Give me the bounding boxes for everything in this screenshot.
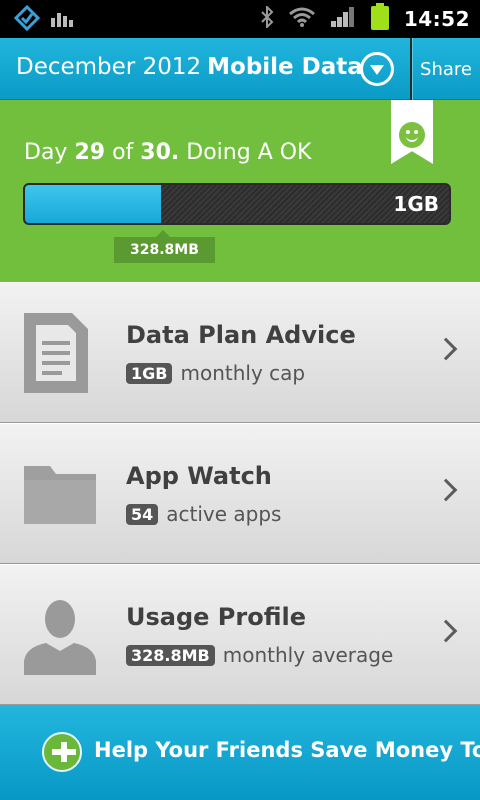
chevron-right-icon [434,478,458,502]
person-icon [22,595,98,675]
battery-icon [370,3,390,35]
list-item-usage-profile[interactable]: Usage Profile 328.8MB monthly average [0,564,480,705]
status-text: Doing A OK [186,140,312,165]
list-item-caption: monthly cap [180,361,306,385]
list-item-data-plan-advice[interactable]: Data Plan Advice 1GB monthly cap [0,282,480,423]
list-item-subtitle: 328.8MB monthly average [126,643,393,667]
list-item-subtitle: 54 active apps [126,502,281,526]
invite-friends-label: Help Your Friends Save Money Too [94,738,480,762]
count-badge: 328.8MB [126,644,215,666]
list-item-subtitle: 1GB monthly cap [126,361,305,385]
day-of: of [112,140,134,165]
clock: 14:52 [403,7,470,31]
folder-icon [22,454,98,534]
signal-bars-notification-icon [50,8,74,32]
ribbon-string [410,38,412,100]
action-bar: December 2012 Mobile Data Share [0,38,480,100]
day-prefix: Day [24,140,68,165]
status-bar: 14:52 [0,0,480,38]
used-amount-tag: 328.8MB [114,230,215,263]
chevron-down-icon[interactable] [360,52,394,86]
day-progress-text: Day 29 of 30. Doing A OK [24,140,311,165]
list-item-caption: active apps [166,502,282,526]
cap-label: 1GB [393,192,439,216]
usage-progress-fill [25,185,161,223]
count-badge: 1GB [126,362,173,384]
list-item-title: App Watch [126,462,272,490]
smiley-icon [399,122,425,148]
title-month: December 2012 [16,54,202,80]
chevron-right-icon [434,619,458,643]
list-item-title: Data Plan Advice [126,321,356,349]
share-button[interactable]: Share [412,38,480,100]
day-total: 30. [140,140,180,165]
count-badge: 54 [126,503,159,525]
chevron-right-icon [434,337,458,361]
invite-friends-button[interactable]: Help Your Friends Save Money Too [0,705,480,800]
list-item-title: Usage Profile [126,603,306,631]
bluetooth-icon [260,4,274,32]
day-current: 29 [74,140,106,165]
document-icon [22,313,98,393]
list-item-caption: monthly average [222,643,394,667]
page-title: December 2012 Mobile Data [16,54,363,80]
wifi-icon [288,6,316,32]
app-notification-icon [13,4,41,35]
cell-signal-icon [330,6,356,32]
usage-progress-bar: 1GB [23,183,451,225]
list-item-app-watch[interactable]: App Watch 54 active apps [0,423,480,564]
plus-icon [42,732,82,772]
title-label: Mobile Data [207,54,363,80]
